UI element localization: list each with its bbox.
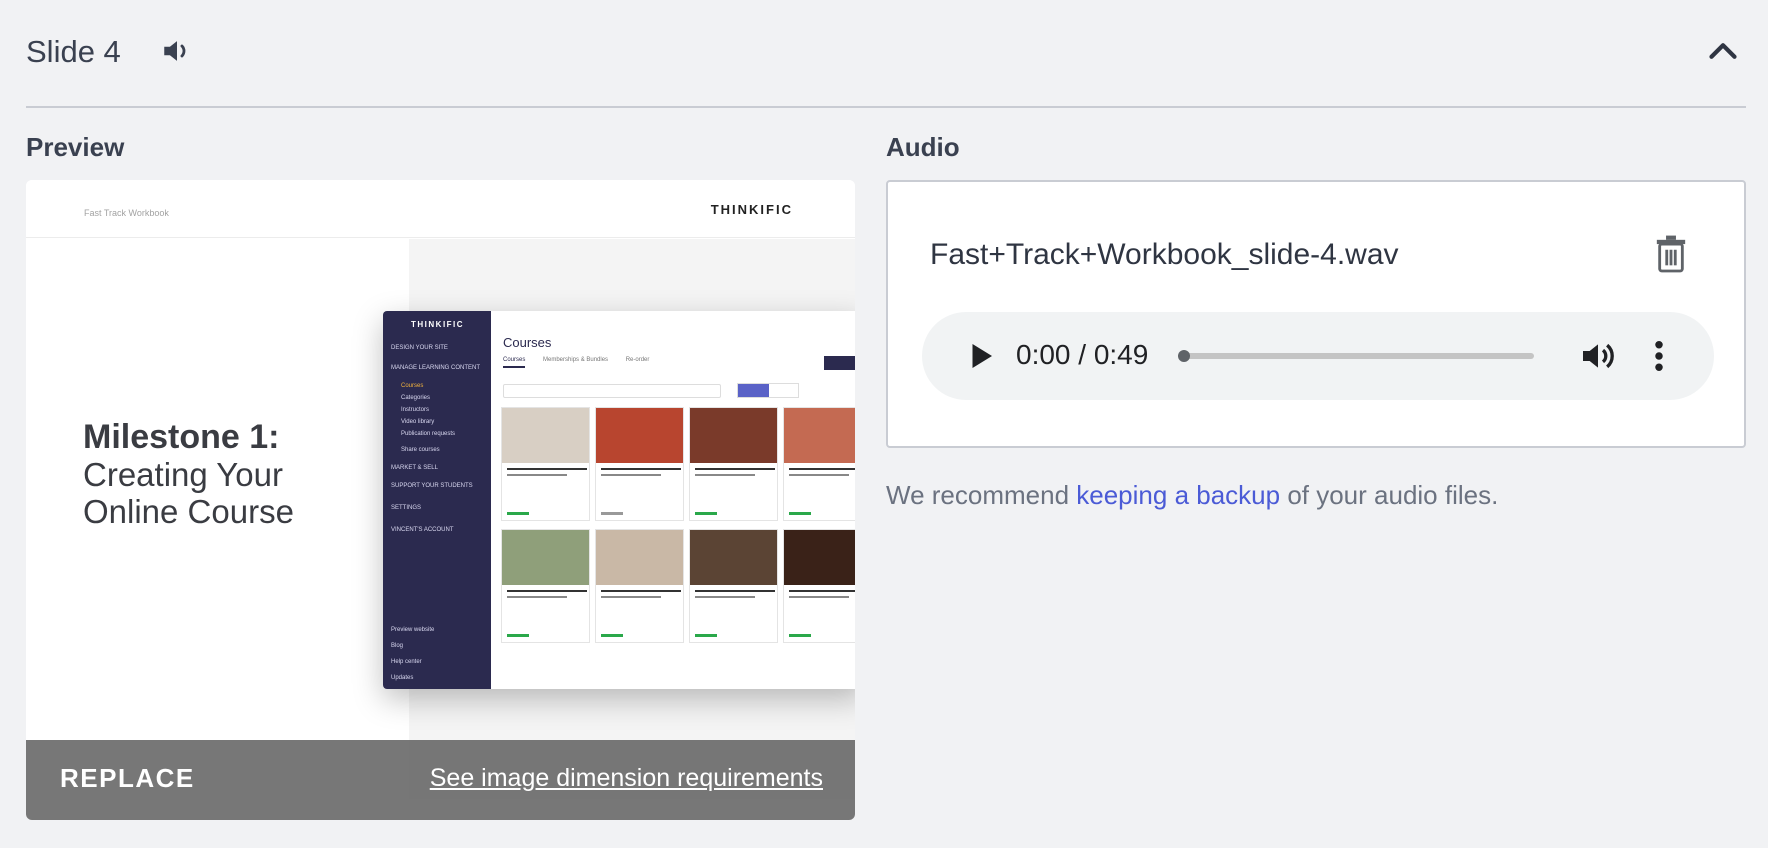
mini-tab: Courses [503,357,526,368]
image-dimension-link[interactable]: See image dimension requirements [430,764,823,793]
mini-nav-item: Video library [401,419,435,425]
mini-tab: Memberships & Bundles [543,357,609,363]
audio-time: 0:00 / 0:49 [1016,339,1149,370]
mini-course-card [595,407,684,521]
mini-nav-item: Preview website [391,627,435,633]
mini-new-button [824,356,855,370]
audio-card: Fast+Track+Workbook_slide-4.wav 0:00 / 0… [886,180,1746,448]
audio-progress-knob[interactable] [1178,350,1190,362]
more-vertical-icon[interactable] [1644,336,1674,376]
mini-course-card [595,529,684,643]
mini-course-card [783,529,855,643]
mini-tab: Re-order [625,357,650,363]
audio-label: Audio [886,132,960,162]
mini-nav-item: Instructors [401,407,430,413]
audio-filename: Fast+Track+Workbook_slide-4.wav [930,238,1399,271]
mini-tabs: Courses Memberships & Bundles Re-order [503,357,665,368]
keeping-backup-link[interactable]: keeping a backup [1076,480,1280,510]
preview-app-screenshot: THINKIFIC DESIGN YOUR SITE MANAGE LEARNI… [383,311,855,689]
mini-main: Courses Courses Memberships & Bundles Re… [491,311,855,689]
audio-player: 0:00 / 0:49 [922,312,1714,400]
mini-title: Courses [503,335,552,350]
replace-button[interactable]: REPLACE [60,763,195,794]
mini-nav-item: MARKET & SELL [391,465,438,471]
speaker-icon[interactable] [160,34,194,68]
mini-nav-item: MANAGE LEARNING CONTENT [391,365,481,371]
preview-topbar: Fast Track Workbook THINKIFIC [26,180,855,238]
mini-search [503,384,721,398]
chevron-up-icon[interactable] [1700,28,1746,74]
preview-heading: Milestone 1: Creating Your Online Course [83,418,383,530]
mini-view-toggle [737,383,799,398]
mini-nav-item: VINCENT'S ACCOUNT [391,527,454,533]
mini-course-card [501,407,590,521]
mini-nav-item: Categories [401,395,431,401]
mini-nav-item: Publication requests [401,431,456,437]
preview-label: Preview [26,132,125,162]
mini-course-card [501,529,590,643]
preview-action-bar: REPLACE See image dimension requirements [26,740,855,820]
mini-nav-item: Help center [391,659,422,665]
play-icon[interactable] [962,338,998,374]
audio-progress-track[interactable] [1178,350,1534,362]
backup-recommendation: We recommend keeping a backup of your au… [886,480,1498,511]
mini-sidebar: THINKIFIC DESIGN YOUR SITE MANAGE LEARNI… [383,311,491,689]
mini-nav-item: Updates [391,675,414,681]
mini-course-card [689,529,778,643]
mini-nav-item: SETTINGS [391,505,422,511]
preview-doc-title: Fast Track Workbook [84,208,169,218]
preview-heading-line2: Creating Your [83,456,283,493]
preview-logo: THINKIFIC [710,202,793,217]
mini-nav-item: Blog [391,643,404,649]
volume-icon[interactable] [1578,336,1618,376]
mini-logo: THINKIFIC [411,320,465,329]
slide-preview: Fast Track Workbook THINKIFIC Milestone … [26,180,855,820]
mini-course-card [783,407,855,521]
mini-nav-item: SUPPORT YOUR STUDENTS [391,483,473,489]
trash-icon[interactable] [1654,234,1688,274]
mini-nav-item: DESIGN YOUR SITE [391,345,448,351]
preview-heading-line3: Online Course [83,493,294,530]
slide-title: Slide 4 [26,34,121,69]
recommend-text-after: of your audio files. [1280,480,1499,510]
slide-header: Slide 4 [26,26,1746,78]
mini-course-card [689,407,778,521]
preview-heading-line1: Milestone 1: [83,418,280,456]
recommend-text-before: We recommend [886,480,1077,510]
mini-nav-item: Courses [401,383,424,389]
mini-nav-item: Share courses [401,447,440,453]
header-divider [26,106,1746,108]
